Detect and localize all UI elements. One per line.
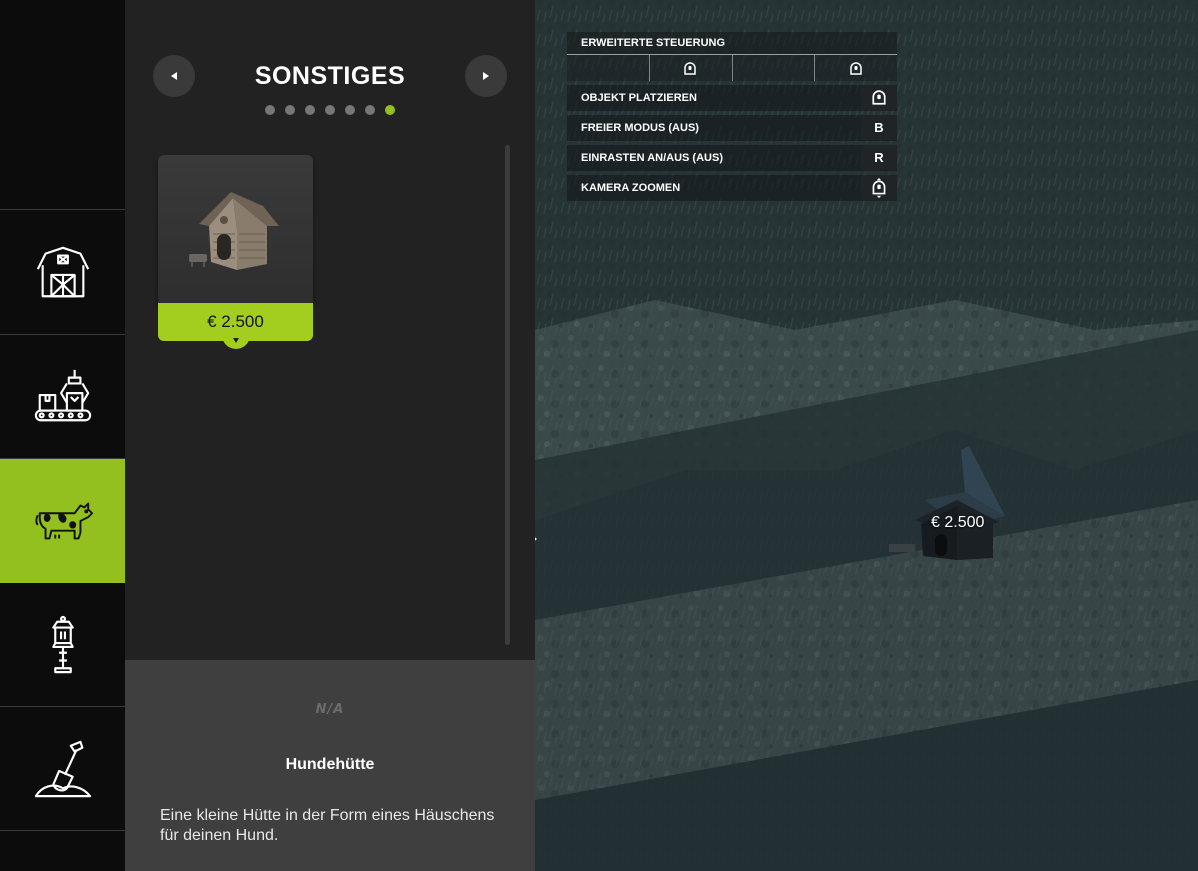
catalogue-panel: SONSTIGES € 2.500 — [125, 0, 535, 660]
item-thumbnail — [158, 155, 313, 303]
category-rail — [0, 0, 140, 871]
factory-icon — [34, 369, 91, 421]
controls-mouse-legend — [567, 55, 897, 81]
legend-separator — [649, 55, 650, 81]
mouse-icon — [684, 62, 696, 75]
arrow-right-icon — [483, 72, 489, 80]
control-label: EINRASTEN AN/AUS (AUS) — [581, 152, 723, 164]
page-dot[interactable] — [325, 105, 335, 115]
key-b: B — [861, 115, 897, 140]
category-buildings[interactable] — [0, 211, 125, 335]
legend-separator — [732, 55, 733, 81]
item-card-doghouse[interactable]: € 2.500 — [158, 155, 313, 350]
page-dot-active[interactable] — [385, 105, 395, 115]
placed-doghouse-preview — [889, 446, 1005, 560]
control-label: OBJEKT PLATZIEREN — [581, 92, 697, 104]
page-dot[interactable] — [345, 105, 355, 115]
previous-page-button[interactable] — [153, 55, 195, 97]
mouse-left-icon — [861, 85, 897, 110]
key-r: R — [861, 145, 897, 170]
rail-header — [0, 0, 125, 210]
control-label: FREIER MODUS (AUS) — [581, 122, 699, 134]
item-name: Hundehütte — [285, 756, 375, 773]
catalogue-scrollbar[interactable] — [505, 145, 510, 645]
legend-separator — [814, 55, 815, 81]
lamp-icon — [51, 615, 74, 673]
world-view[interactable]: ERWEITERTE STEUERUNG OBJEKT PLATZIEREN F… — [535, 0, 1198, 871]
item-stats-placeholder: N/A — [315, 702, 345, 717]
cow-icon — [34, 502, 93, 539]
mouse-wheel-icon — [861, 175, 897, 200]
page-indicator — [265, 105, 395, 115]
caret-down-icon — [233, 338, 239, 343]
page-dot[interactable] — [265, 105, 275, 115]
control-row-place-object: OBJEKT PLATZIEREN — [567, 85, 897, 111]
placement-price-label: € 2.500 — [931, 514, 985, 531]
control-label: KAMERA ZOOMEN — [581, 182, 681, 194]
controls-help-overlay: ERWEITERTE STEUERUNG OBJEKT PLATZIEREN F… — [567, 32, 897, 201]
item-details-panel: N/A Hundehütte Eine kleine Hütte in der … — [125, 660, 535, 871]
control-row-snapping: EINRASTEN AN/AUS (AUS) R — [567, 145, 897, 171]
barn-icon — [36, 246, 89, 297]
page-dot[interactable] — [365, 105, 375, 115]
arrow-left-icon — [171, 72, 177, 80]
page-dot[interactable] — [305, 105, 315, 115]
category-animals[interactable] — [0, 459, 140, 583]
controls-help-title: ERWEITERTE STEUERUNG — [567, 32, 897, 55]
mouse-icon — [850, 62, 862, 75]
item-description: Eine kleine Hütte in der Form eines Häus… — [160, 807, 495, 844]
shovel-icon — [34, 740, 91, 797]
category-landscaping[interactable] — [0, 707, 125, 831]
control-row-free-mode: FREIER MODUS (AUS) B — [567, 115, 897, 141]
doghouse-icon — [188, 192, 279, 270]
page-dot[interactable] — [285, 105, 295, 115]
panel-title: SONSTIGES — [254, 62, 406, 90]
category-production[interactable] — [0, 335, 125, 459]
next-page-button[interactable] — [465, 55, 507, 97]
category-decoration[interactable] — [0, 583, 125, 707]
control-row-camera-zoom: KAMERA ZOOMEN — [567, 175, 897, 201]
collapse-panel-arrow[interactable] — [535, 534, 537, 544]
price-notch — [222, 335, 250, 349]
